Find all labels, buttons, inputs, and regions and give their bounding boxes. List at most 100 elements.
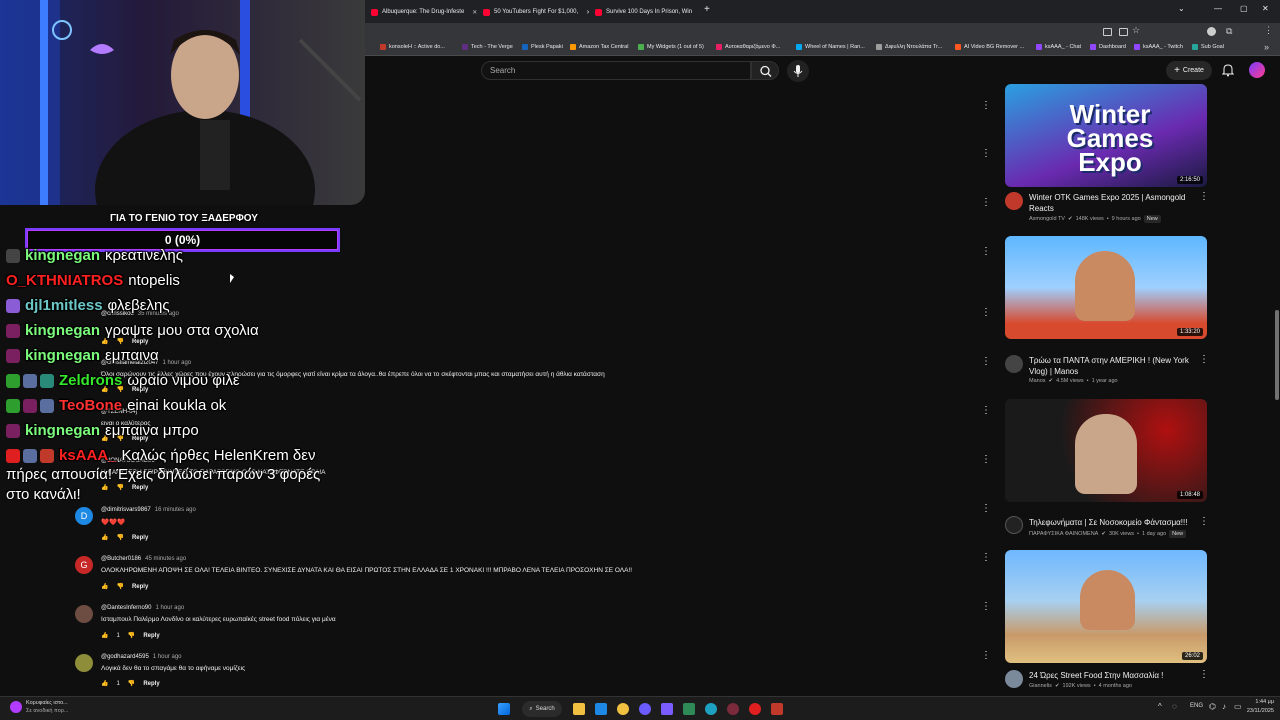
- network-icon[interactable]: ⌬: [1209, 702, 1216, 711]
- like-icon[interactable]: 👍: [101, 680, 108, 687]
- like-icon[interactable]: 👍: [101, 534, 108, 541]
- bookmark[interactable]: Wheel of Names | Ran...: [796, 44, 865, 50]
- dislike-icon[interactable]: 👎: [128, 680, 135, 687]
- reply-button[interactable]: Reply: [132, 485, 148, 491]
- like-icon[interactable]: 👍: [101, 583, 108, 590]
- dislike-icon[interactable]: 👎: [116, 338, 123, 345]
- comment-menu-icon[interactable]: ⋮: [981, 651, 991, 661]
- edge-icon[interactable]: [705, 703, 717, 715]
- reply-button[interactable]: Reply: [132, 339, 148, 345]
- bookmark[interactable]: Διφυλλη Ντουλάπα Tr...: [876, 44, 942, 50]
- video-menu-icon[interactable]: ⋮: [1199, 670, 1209, 680]
- app-icon[interactable]: [661, 703, 673, 715]
- avatar[interactable]: D: [75, 507, 93, 525]
- new-tab-button[interactable]: +: [704, 4, 710, 15]
- notifications-button[interactable]: [1221, 63, 1235, 82]
- video-thumbnail[interactable]: 1:08:48: [1005, 399, 1207, 502]
- video-menu-icon[interactable]: ⋮: [1199, 517, 1209, 527]
- comment-menu-icon[interactable]: ⋮: [981, 308, 991, 318]
- close-tab-icon[interactable]: ✕: [700, 9, 701, 16]
- avatar[interactable]: [1249, 62, 1265, 78]
- channel-name[interactable]: ΠΑΡΑΦΥΣΙΚΑ ΦΑΙΝΟΜΕΝΑ: [1029, 531, 1098, 537]
- opera-icon[interactable]: [749, 703, 761, 715]
- comment-menu-icon[interactable]: ⋮: [981, 553, 991, 563]
- app-icon[interactable]: [727, 703, 739, 715]
- comment-menu-icon[interactable]: ⋮: [981, 101, 991, 111]
- avatar[interactable]: [75, 605, 93, 623]
- tray-icon[interactable]: ◌: [1172, 702, 1177, 711]
- search-button[interactable]: [751, 61, 779, 80]
- start-icon[interactable]: [498, 703, 510, 715]
- comment-menu-icon[interactable]: ⋮: [981, 406, 991, 416]
- minimize-icon[interactable]: —: [1214, 4, 1222, 13]
- bookmark[interactable]: Sub Goal: [1192, 44, 1224, 50]
- browser-tab[interactable]: 50 YouTubers Fight For $1,000, ✕: [477, 3, 589, 21]
- comment-menu-icon[interactable]: ⋮: [981, 357, 991, 367]
- voice-search-button[interactable]: [787, 60, 809, 82]
- widget-title[interactable]: Κορυφαίες ιστο...: [26, 700, 68, 706]
- video-title[interactable]: Τρώω τα ΠΑΝΤΑ στην ΑΜΕΡΙΚΗ ! (New York V…: [1029, 355, 1194, 377]
- video-menu-icon[interactable]: ⋮: [1199, 355, 1209, 365]
- browser-tab[interactable]: Survive 100 Days In Prison, Win ✕: [589, 3, 701, 21]
- bookmark[interactable]: ksAAA_ - Chat: [1036, 44, 1081, 50]
- profile-icon[interactable]: [1207, 27, 1216, 36]
- comment-author[interactable]: @Butcher0186 45 minutes ago: [101, 556, 186, 562]
- channel-avatar[interactable]: [1005, 192, 1023, 210]
- browser-tab[interactable]: Albuquerque: The Drug-Infeste ✕: [365, 3, 477, 21]
- cast-icon[interactable]: [1103, 28, 1112, 36]
- avatar[interactable]: G: [75, 556, 93, 574]
- create-button[interactable]: + Create: [1166, 61, 1212, 80]
- like-icon[interactable]: 👍: [101, 484, 108, 491]
- comment-menu-icon[interactable]: ⋮: [981, 455, 991, 465]
- tab-search-icon[interactable]: ⌄: [1178, 4, 1185, 13]
- clock-date[interactable]: 23/11/2025: [1238, 708, 1274, 714]
- comment-menu-icon[interactable]: ⋮: [981, 504, 991, 514]
- avatar[interactable]: [75, 654, 93, 672]
- search-input[interactable]: Search: [481, 61, 751, 80]
- tray-overflow-icon[interactable]: ^: [1158, 702, 1162, 711]
- bookmark[interactable]: Dashboard: [1090, 44, 1126, 50]
- video-thumbnail[interactable]: 1:33:20: [1005, 236, 1207, 339]
- comment-author[interactable]: @dimitrisvars9867 16 minutes ago: [101, 507, 196, 513]
- channel-avatar[interactable]: [1005, 670, 1023, 688]
- obs-icon[interactable]: [771, 703, 783, 715]
- news-widget-icon[interactable]: [10, 701, 22, 713]
- bookmark-star-icon[interactable]: ☆: [1132, 25, 1140, 36]
- video-title[interactable]: 24 Ώρες Street Food Στην Μασσαλία !: [1029, 670, 1194, 681]
- mail-icon[interactable]: [595, 703, 607, 715]
- app-icon[interactable]: [617, 703, 629, 715]
- volume-icon[interactable]: ♪: [1222, 702, 1226, 711]
- channel-name[interactable]: Manos: [1029, 378, 1046, 384]
- app-icon[interactable]: [683, 703, 695, 715]
- close-window-icon[interactable]: ✕: [1262, 4, 1269, 13]
- channel-avatar[interactable]: [1005, 516, 1023, 534]
- install-app-icon[interactable]: [1119, 28, 1128, 36]
- maximize-icon[interactable]: ▢: [1240, 4, 1248, 13]
- like-icon[interactable]: 👍: [101, 338, 108, 345]
- taskbar-search-button[interactable]: ⌕ Search: [522, 701, 562, 717]
- bookmark[interactable]: AI Video BG Remover ...: [955, 44, 1024, 50]
- channel-name[interactable]: Giannelis: [1029, 683, 1052, 689]
- bookmark[interactable]: Αυτοκαθαριζόμενο Φ...: [716, 44, 780, 50]
- channel-name[interactable]: Asmongold TV: [1029, 216, 1065, 222]
- menu-icon[interactable]: ⋮: [1264, 25, 1273, 36]
- video-thumbnail[interactable]: Winter Games Expo 2:16:50: [1005, 84, 1207, 187]
- language-indicator[interactable]: ENG: [1190, 703, 1203, 709]
- page-scrollbar[interactable]: [1275, 310, 1279, 400]
- video-title[interactable]: Τηλεφωνήματα | Σε Νοσοκομείο Φάντασμα!!!: [1029, 517, 1194, 528]
- dislike-icon[interactable]: 👎: [116, 583, 123, 590]
- bookmark[interactable]: Tech - The Verge: [462, 44, 513, 50]
- more-bookmarks-icon[interactable]: »: [1264, 42, 1269, 52]
- channel-avatar[interactable]: [1005, 355, 1023, 373]
- reply-button[interactable]: Reply: [132, 584, 148, 590]
- bookmark[interactable]: ksAAA_ - Twitch: [1134, 44, 1183, 50]
- comment-author[interactable]: @DantesInferno90 1 hour ago: [101, 605, 184, 611]
- reply-button[interactable]: Reply: [143, 681, 159, 687]
- bookmark[interactable]: My Widgets (1 out of 5): [638, 44, 704, 50]
- dislike-icon[interactable]: 👎: [116, 484, 123, 491]
- extensions-icon[interactable]: ⧉: [1226, 26, 1232, 37]
- dislike-icon[interactable]: 👎: [116, 534, 123, 541]
- video-title[interactable]: Winter OTK Games Expo 2025 | Asmongold R…: [1029, 192, 1194, 214]
- file-explorer-icon[interactable]: [573, 703, 585, 715]
- comment-menu-icon[interactable]: ⋮: [981, 602, 991, 612]
